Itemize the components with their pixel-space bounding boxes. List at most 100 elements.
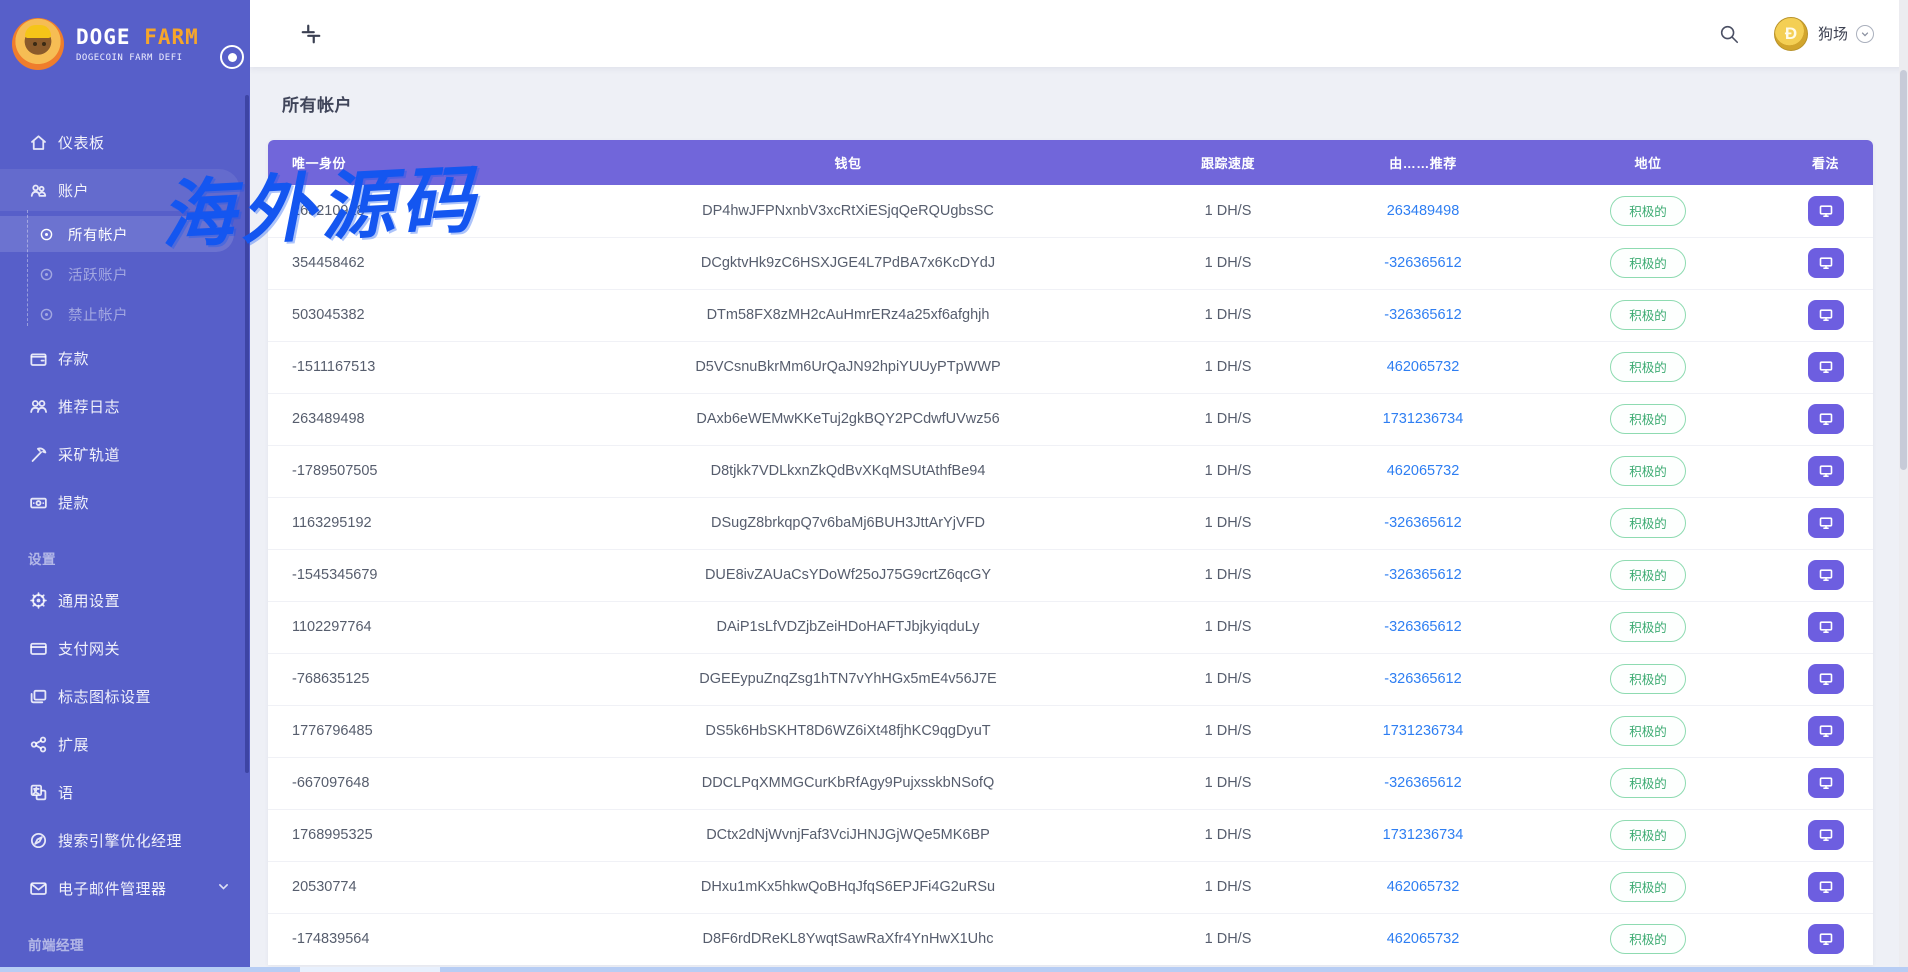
sidebar-item-email-manager[interactable]: 电子邮件管理器 (0, 864, 250, 912)
referrer-link[interactable]: 462065732 (1387, 463, 1460, 479)
view-button[interactable] (1807, 248, 1844, 278)
column-header-unique-id: 唯一身份 (268, 140, 568, 185)
sidebar-item-extensions[interactable]: 扩展 (0, 720, 250, 768)
table-row: -174839564 D8F6rdDReKL8YwqtSawRaXfr4YnHwX… (268, 912, 1873, 965)
status-badge: 积极的 (1610, 560, 1686, 590)
column-header-wallet: 钱包 (568, 140, 1128, 185)
referrer-link[interactable]: -326365612 (1384, 567, 1461, 583)
brand-subtitle: DOGECOIN FARM DEFI (76, 52, 183, 63)
horizontal-scrollbar[interactable] (0, 967, 1908, 972)
cell-wallet: DGEEypuZnqZsg1hTN7vYhHGx5mE4v56J7E (568, 652, 1128, 705)
referrer-link[interactable]: 1731236734 (1383, 411, 1464, 427)
referrer-link[interactable]: -326365612 (1384, 255, 1461, 271)
view-button[interactable] (1807, 872, 1844, 902)
referrer-link[interactable]: -326365612 (1384, 775, 1461, 791)
sidebar-scrollbar[interactable] (245, 95, 249, 773)
view-button[interactable] (1807, 560, 1844, 590)
cell-unique-id: 1163295192 (268, 496, 568, 549)
table-row: 263489498 DAxb6eWEMwKKeTuj2gkBQY2PCdwfUVw… (268, 392, 1873, 445)
view-button[interactable] (1807, 508, 1844, 538)
search-icon[interactable] (1716, 21, 1742, 47)
table-row: 354458462 DCgktvHk9zC6HSXJGE4L7PdBA7x6KcD… (268, 236, 1873, 289)
cell-speed: 1 DH/S (1128, 548, 1328, 601)
sidebar-item-label: 推荐日志 (58, 398, 121, 416)
cell-unique-id: 1768995325 (268, 808, 568, 861)
sidebar-item-logo-icon-settings[interactable]: 标志图标设置 (0, 672, 250, 720)
table-row: 1768995325 DCtx2dNjWvnjFaf3VciJHNJGjWQe5M… (268, 808, 1873, 861)
referrer-link[interactable]: 462065732 (1387, 359, 1460, 375)
doge-logo-icon (12, 18, 64, 70)
referrer-link[interactable]: 462065732 (1387, 931, 1460, 947)
referrer-link[interactable]: 1731236734 (1383, 723, 1464, 739)
table-row: -667097648 DDCLPqXMMGCurKbRfAgy9PujxsskbN… (268, 756, 1873, 809)
sidebar-item-label: 仪表板 (58, 134, 105, 152)
view-button[interactable] (1807, 352, 1844, 382)
sidebar-item-general-settings[interactable]: 通用设置 (0, 576, 250, 624)
view-button[interactable] (1807, 768, 1844, 798)
referrer-link[interactable]: 1731236734 (1383, 827, 1464, 843)
cell-wallet: DAiP1sLfVDZjbZeiHDoHAFTJbjkyiqduLy (568, 600, 1128, 653)
sidebar-item-accounts[interactable]: 账户 (0, 166, 250, 214)
content: 所有帐户 唯一身份 钱包 跟踪速度 由……推荐 地位 看法 263210918 … (250, 91, 1908, 965)
sidebar-item-payment-gateways[interactable]: 支付网关 (0, 624, 250, 672)
cell-unique-id: 1102297764 (268, 600, 568, 653)
collapse-sidebar-button[interactable] (298, 21, 324, 47)
cell-wallet: DUE8ivZAUaCsYDoWf25oJ75G9crtZ6qcGY (568, 548, 1128, 601)
sidebar-item-dashboard[interactable]: 仪表板 (0, 118, 250, 166)
cell-wallet: DCtx2dNjWvnjFaf3VciJHNJGjWQe5MK6BP (568, 808, 1128, 861)
view-button[interactable] (1807, 195, 1844, 226)
view-button[interactable] (1807, 924, 1844, 955)
cell-speed: 1 DH/S (1128, 808, 1328, 861)
main-area: Ð 狗场 所有帐户 唯一身份 钱包 跟踪速度 由……推荐 地位 看法 26321… (250, 0, 1908, 972)
table-row: 1102297764 DAiP1sLfVDZjbZeiHDoHAFTJbjkyiq… (268, 600, 1873, 653)
sidebar-item-all-accounts[interactable]: 所有帐户 (0, 214, 250, 254)
sidebar-item-referral-log[interactable]: 推荐日志 (0, 382, 250, 430)
radio-dot-icon (36, 304, 56, 324)
view-button[interactable] (1807, 612, 1844, 642)
status-badge: 积极的 (1610, 716, 1686, 746)
view-button[interactable] (1807, 716, 1844, 746)
sidebar-pin-toggle[interactable] (220, 45, 244, 69)
status-badge: 积极的 (1610, 456, 1686, 486)
accounts-table-card: 唯一身份 钱包 跟踪速度 由……推荐 地位 看法 263210918 DP4hwJ… (268, 140, 1873, 965)
cell-speed: 1 DH/S (1128, 496, 1328, 549)
referrer-link[interactable]: -326365612 (1384, 619, 1461, 635)
cell-speed: 1 DH/S (1128, 756, 1328, 809)
referrer-link[interactable]: -326365612 (1384, 515, 1461, 531)
view-button[interactable] (1807, 456, 1844, 486)
view-button[interactable] (1807, 664, 1844, 694)
cell-wallet: D5VCsnuBkrMm6UrQaJN92hpiYUUyPTpWWP (568, 340, 1128, 393)
sidebar: DOGE FARM DOGECOIN FARM DEFI 仪表板 账户 所有帐户… (0, 0, 250, 972)
users-icon (28, 180, 48, 200)
referrer-link[interactable]: -326365612 (1384, 307, 1461, 323)
view-button[interactable] (1807, 404, 1844, 434)
referrer-link[interactable]: 263489498 (1387, 203, 1460, 219)
view-button[interactable] (1807, 820, 1844, 850)
cell-wallet: D8F6rdDReKL8YwqtSawRaXfr4YnHwX1Uhc (568, 912, 1128, 965)
view-button[interactable] (1807, 300, 1844, 330)
referrer-link[interactable]: -326365612 (1384, 671, 1461, 687)
referrer-link[interactable]: 462065732 (1387, 879, 1460, 895)
sidebar-item-deposits[interactable]: 存款 (0, 334, 250, 382)
cell-speed: 1 DH/S (1128, 392, 1328, 445)
sidebar-item-mining-tracks[interactable]: 采矿轨道 (0, 430, 250, 478)
sidebar-item-label: 电子邮件管理器 (58, 880, 167, 898)
accounts-table-body: 263210918 DP4hwJFPNxnbV3xcRtXiESjqQeRQUgb… (268, 185, 1873, 965)
sidebar-item-seo-manager[interactable]: 搜索引擎优化经理 (0, 816, 250, 864)
sidebar-item-active-accounts[interactable]: 活跃账户 (0, 254, 250, 294)
sidebar-item-banned-accounts[interactable]: 禁止帐户 (0, 294, 250, 334)
brand-title: DOGE FARM (76, 24, 199, 49)
cell-speed: 1 DH/S (1128, 704, 1328, 757)
sidebar-section-settings: 设置 (28, 552, 56, 567)
table-row: 263210918 DP4hwJFPNxnbV3xcRtXiESjqQeRQUgb… (268, 185, 1873, 237)
sidebar-item-withdrawals[interactable]: 提款 (0, 478, 250, 526)
sidebar-item-label: 语 (58, 784, 74, 802)
cell-speed: 1 DH/S (1128, 236, 1328, 289)
sidebar-item-language[interactable]: 语 (0, 768, 250, 816)
vertical-scrollbar[interactable] (1899, 0, 1908, 972)
app-window: DOGE FARM DOGECOIN FARM DEFI 仪表板 账户 所有帐户… (0, 0, 1908, 972)
status-badge: 积极的 (1610, 248, 1686, 278)
user-menu[interactable]: Ð 狗场 (1773, 16, 1874, 51)
topbar: Ð 狗场 (250, 0, 1908, 67)
images-icon (28, 686, 48, 706)
